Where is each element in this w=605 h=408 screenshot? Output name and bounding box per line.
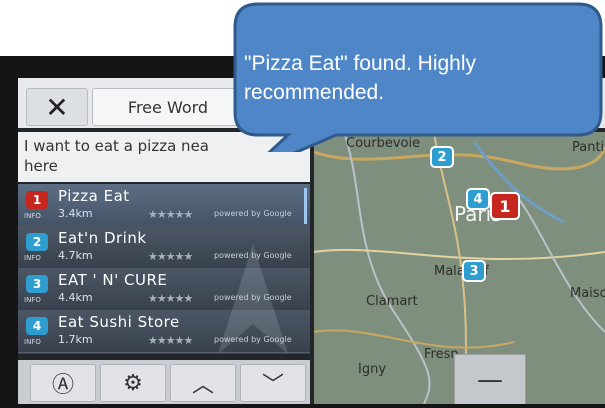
chevron-down-icon: ﹀ (261, 373, 284, 398)
rating-stars: ★★★★★ (148, 292, 193, 305)
navigation-mode-button[interactable]: Ⓐ (30, 364, 96, 402)
map-marker-icon[interactable]: 4 (466, 188, 490, 210)
compass-arrow-icon (218, 244, 288, 354)
list-scrollbar[interactable] (304, 188, 307, 224)
gear-icon: ⚙ (123, 370, 143, 396)
callout-line-1: "Pizza Eat" found. Highly (244, 52, 477, 75)
result-marker-icon: 1 (26, 191, 48, 209)
results-list: 1 INFO Pizza Eat 3.4km ★★★★★ powered by … (18, 184, 310, 354)
close-icon: ✕ (45, 90, 69, 124)
close-button[interactable]: ✕ (26, 88, 88, 126)
result-distance: 3.4km (58, 207, 93, 220)
scroll-up-button[interactable]: ︿ (170, 364, 236, 402)
result-marker-icon: 2 (26, 233, 48, 251)
powered-by-google: powered by Google (214, 209, 292, 218)
result-name: EAT ' N' CURE (58, 271, 168, 289)
info-label[interactable]: INFO (24, 296, 41, 304)
compass-icon: Ⓐ (51, 373, 74, 398)
rating-stars: ★★★★★ (148, 250, 193, 263)
map-marker-selected-icon[interactable]: 1 (490, 192, 520, 220)
map-marker-icon[interactable]: 3 (462, 260, 486, 282)
callout-line-2: recommended. (244, 81, 385, 104)
list-toolbar: Ⓐ ⚙ ︿ ﹀ (18, 360, 310, 404)
minus-icon: — (477, 365, 503, 395)
result-distance: 4.7km (58, 249, 93, 262)
result-distance: 4.4km (58, 291, 93, 304)
scroll-down-button[interactable]: ﹀ (240, 364, 306, 402)
rating-stars: ★★★★★ (148, 208, 193, 221)
info-label[interactable]: INFO (24, 338, 41, 346)
map-label-igny: Igny (358, 362, 387, 377)
result-name: Pizza Eat (58, 187, 130, 205)
map-label-maisons: Maiso (570, 286, 605, 301)
info-label[interactable]: INFO (24, 212, 41, 220)
zoom-out-button[interactable]: — (454, 354, 526, 404)
result-marker-icon: 4 (26, 317, 48, 335)
rating-stars: ★★★★★ (148, 334, 193, 347)
map-label-clamart: Clamart (366, 294, 418, 309)
chevron-up-icon: ︿ (191, 373, 214, 398)
result-name: Eat Sushi Store (58, 313, 180, 331)
result-name: Eat'n Drink (58, 229, 147, 247)
map-view[interactable]: Courbevoie Paris Malakoff Clamart Fresn … (314, 132, 605, 404)
settings-button[interactable]: ⚙ (100, 364, 166, 402)
result-distance: 1.7km (58, 333, 93, 346)
result-row-pizza-eat[interactable]: 1 INFO Pizza Eat 3.4km ★★★★★ powered by … (18, 184, 310, 227)
callout-text: "Pizza Eat" found. Highly recommended. (244, 49, 574, 107)
info-label[interactable]: INFO (24, 254, 41, 262)
result-marker-icon: 3 (26, 275, 48, 293)
